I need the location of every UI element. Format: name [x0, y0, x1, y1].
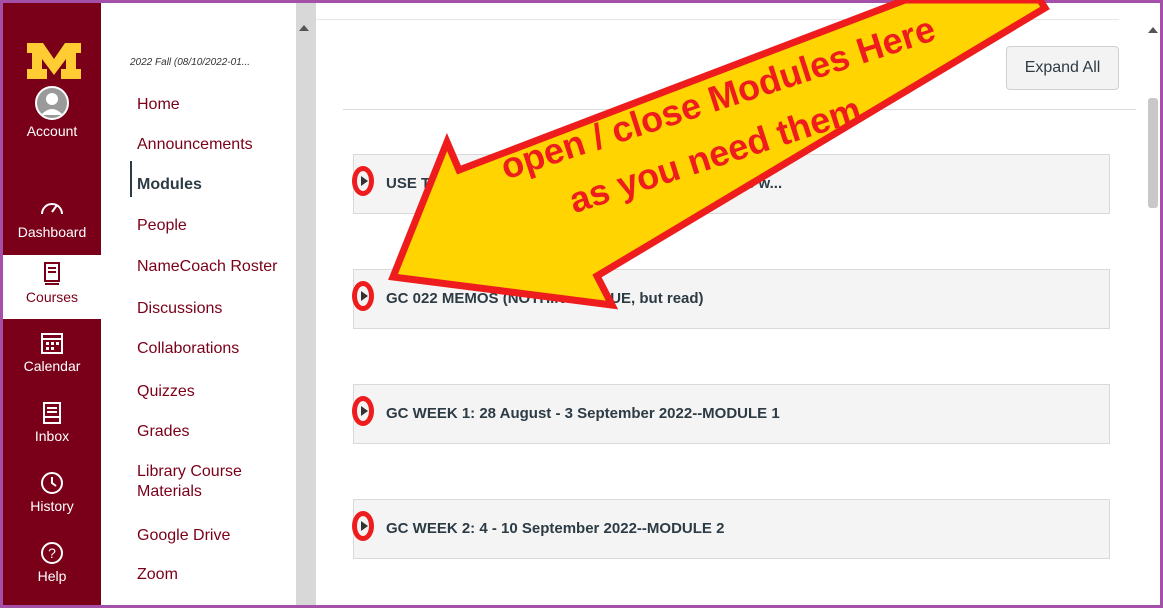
- expand-all-button[interactable]: Expand All: [1006, 46, 1119, 90]
- course-nav-zoom[interactable]: Zoom: [137, 565, 178, 585]
- global-nav-label: Calendar: [23, 358, 81, 374]
- course-nav-library-course-materials[interactable]: Library Course Materials: [137, 462, 277, 502]
- course-nav-google-drive[interactable]: Google Drive: [137, 526, 230, 546]
- divider: [343, 109, 1136, 110]
- calendar-icon: [41, 333, 63, 354]
- module-header[interactable]: GC WEEK 2: 4 - 10 September 2022--MODULE…: [352, 499, 1110, 559]
- global-nav-label: Inbox: [34, 428, 70, 444]
- course-nav-discussions[interactable]: Discussions: [137, 299, 222, 319]
- divider: [316, 19, 1119, 20]
- global-navigation: Account Dashboard Courses Calendar Inbox…: [3, 3, 101, 605]
- global-nav-courses[interactable]: Courses: [3, 255, 101, 319]
- inbox-icon: [43, 402, 61, 424]
- scroll-up-arrow-icon[interactable]: [1148, 27, 1158, 33]
- course-nav-collaborations[interactable]: Collaborations: [137, 339, 239, 359]
- module-title[interactable]: GC WEEK 1: 28 August - 3 September 2022-…: [386, 385, 780, 443]
- global-nav-label: Courses: [25, 289, 79, 305]
- global-nav-label: Dashboard: [17, 224, 87, 240]
- global-nav-calendar[interactable]: Calendar: [3, 330, 101, 374]
- term-label: 2022 Fall (08/10/2022-01...: [130, 57, 251, 68]
- global-nav-label: Help: [37, 568, 67, 584]
- history-clock-icon: [41, 472, 63, 494]
- course-nav-quizzes[interactable]: Quizzes: [137, 382, 195, 402]
- courses-book-icon: [44, 262, 60, 285]
- course-nav-scrollbar[interactable]: [296, 3, 316, 605]
- course-nav-grades[interactable]: Grades: [137, 422, 189, 442]
- course-nav-announcements[interactable]: Announcements: [137, 135, 253, 155]
- help-question-icon: ?: [41, 542, 63, 564]
- collapse-toggle-icon[interactable]: [361, 406, 368, 416]
- global-nav-help[interactable]: ? Help: [3, 540, 101, 584]
- module-title[interactable]: GC 022 MEMOS (NOTHING IS DUE, but read): [386, 270, 704, 328]
- global-nav-history[interactable]: History: [3, 470, 101, 514]
- global-nav-inbox[interactable]: Inbox: [3, 400, 101, 444]
- active-indicator: [130, 161, 132, 197]
- global-nav-dashboard[interactable]: Dashboard: [3, 196, 101, 240]
- course-nav-people[interactable]: People: [137, 216, 187, 236]
- global-nav-account[interactable]: Account: [3, 85, 101, 139]
- module-header[interactable]: GC 022 MEMOS (NOTHING IS DUE, but read): [352, 269, 1110, 329]
- module-header[interactable]: USE TH COLL ABOVE (If you do not, the fi…: [352, 154, 1110, 214]
- university-logo[interactable]: [25, 41, 83, 81]
- course-nav-modules[interactable]: Modules: [137, 175, 202, 195]
- course-nav-home[interactable]: Home: [137, 95, 180, 115]
- collapse-toggle-icon[interactable]: [361, 176, 368, 186]
- module-title[interactable]: USE TH COLL ABOVE (If you do not, the fi…: [386, 155, 782, 213]
- module-header[interactable]: GC WEEK 1: 28 August - 3 September 2022-…: [352, 384, 1110, 444]
- svg-text:?: ?: [48, 545, 56, 561]
- modules-content: Expand All USE TH COLL ABOVE (If you do …: [316, 3, 1146, 605]
- module-title[interactable]: GC WEEK 2: 4 - 10 September 2022--MODULE…: [386, 500, 724, 558]
- global-nav-label: Account: [26, 123, 78, 139]
- course-navigation: 2022 Fall (08/10/2022-01... Home Announc…: [101, 3, 296, 605]
- main-scrollbar[interactable]: [1146, 3, 1160, 605]
- collapse-toggle-icon[interactable]: [361, 521, 368, 531]
- course-nav-namecoach-roster[interactable]: NameCoach Roster: [137, 257, 278, 277]
- dashboard-gauge-icon: [41, 203, 63, 215]
- scrollbar-thumb[interactable]: [1148, 98, 1158, 208]
- account-avatar-icon: [35, 86, 69, 120]
- collapse-toggle-icon[interactable]: [361, 291, 368, 301]
- scroll-up-arrow-icon[interactable]: [299, 25, 309, 31]
- global-nav-label: History: [30, 498, 74, 514]
